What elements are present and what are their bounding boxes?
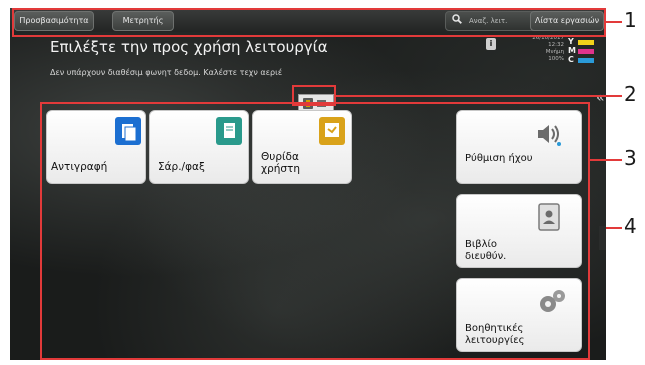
time-text: 12:32: [548, 42, 564, 48]
toner-letter: Y: [568, 37, 574, 46]
callout-line-1: [606, 21, 622, 23]
callout-box-3: [40, 102, 590, 360]
scroll-left-arrow-icon[interactable]: «: [596, 90, 605, 106]
toner-letter: M: [568, 46, 576, 55]
toner-bar: [578, 40, 594, 45]
date-time: 26/10/2017 12:32 Μνήμη 100%: [520, 35, 564, 63]
toner-bar: [578, 58, 594, 63]
toner-letter: C: [568, 55, 574, 64]
callout-number-3: 3: [624, 146, 637, 170]
callout-box-1: [12, 8, 606, 37]
callout-line-3: [590, 159, 622, 161]
callout-number-2: 2: [624, 82, 637, 106]
status-message: Δεν υπάρχουν διαθέσιμ φωνητ δεδομ. Καλέσ…: [50, 68, 283, 77]
page-title: Επιλέξτε την προς χρήση λειτουργία: [50, 38, 328, 56]
callout-number-1: 1: [624, 8, 637, 32]
toner-bar: [578, 49, 594, 54]
memory-value: 100%: [548, 56, 564, 62]
callout-line-2: [336, 95, 622, 97]
info-icon[interactable]: i: [486, 38, 496, 50]
toner-magenta: M: [568, 47, 604, 55]
callout-number-4: 4: [624, 214, 637, 238]
side-panel-handle[interactable]: [599, 226, 606, 250]
toner-yellow: Y: [568, 38, 604, 46]
toner-cyan: C: [568, 56, 604, 64]
callout-line-4: [606, 227, 622, 229]
memory-label: Μνήμη: [545, 49, 564, 55]
